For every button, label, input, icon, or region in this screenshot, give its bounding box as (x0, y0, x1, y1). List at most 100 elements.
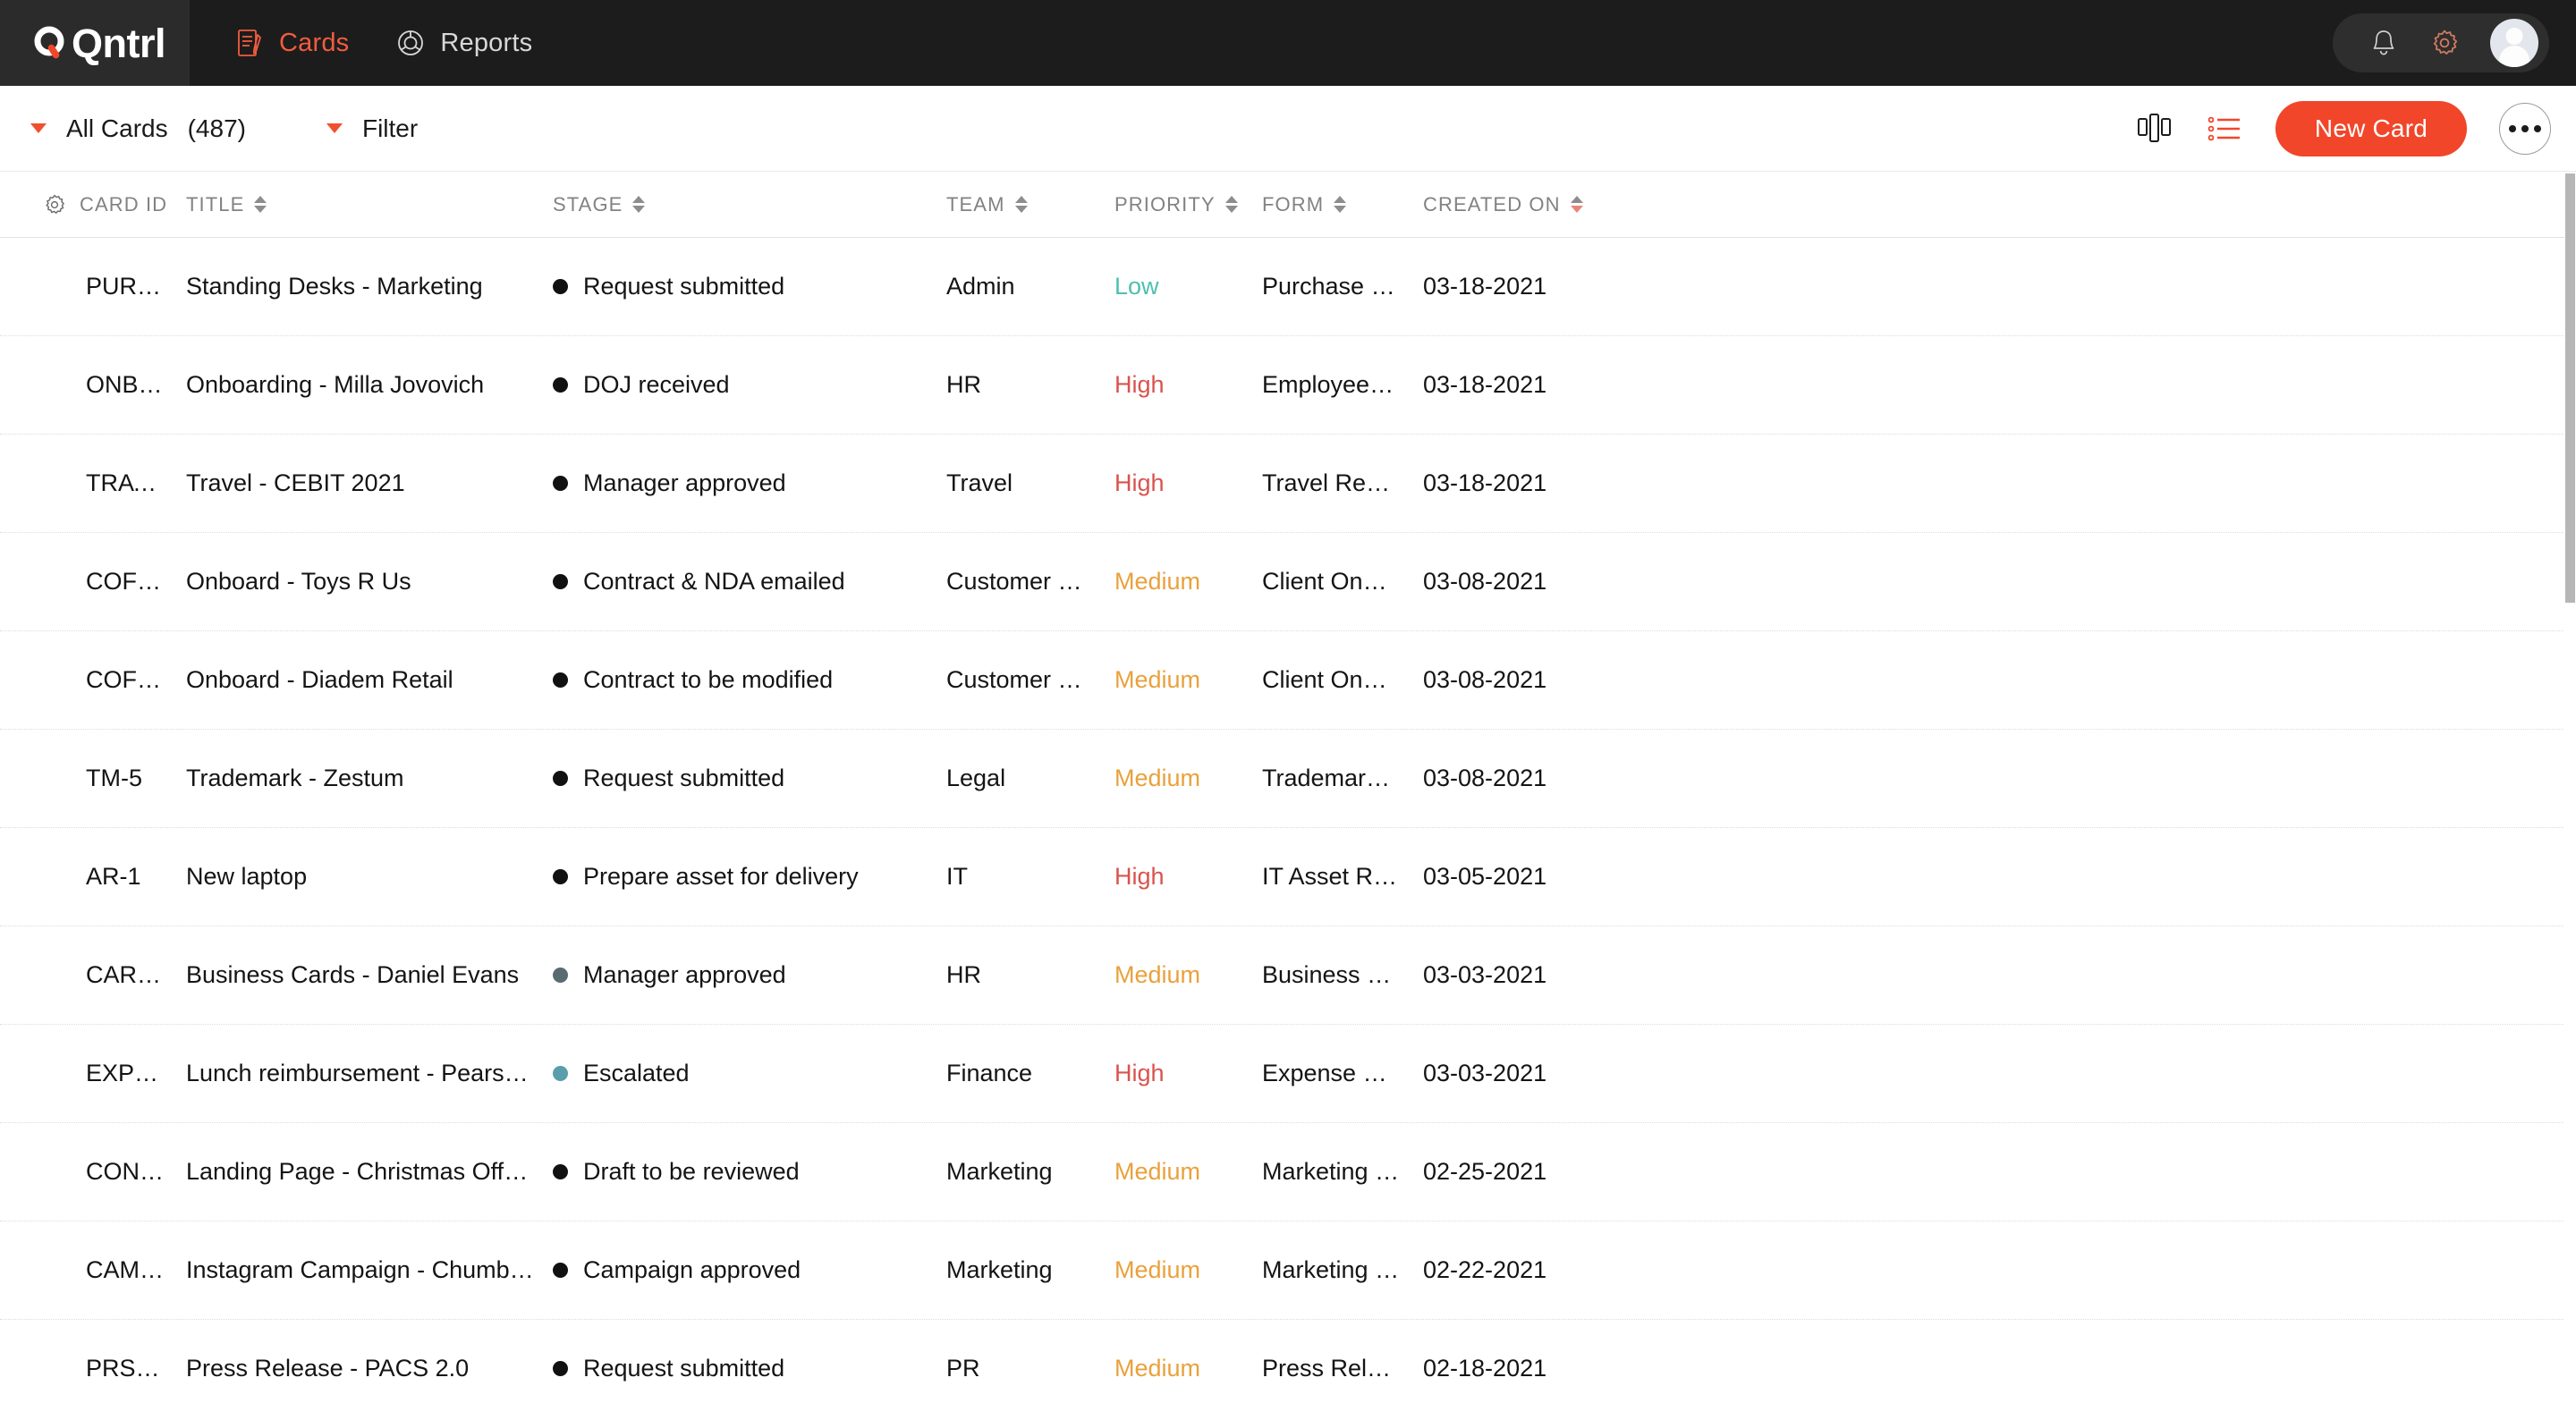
cell-created-on: 02-18-2021 (1423, 1355, 1547, 1382)
cell-team: PR (946, 1355, 980, 1382)
cell-title[interactable]: Onboarding - Milla Jovovich (186, 371, 553, 399)
table-row[interactable]: EXPR-4Lunch reimbursement - Pearson Spec… (0, 1025, 2576, 1123)
table-row[interactable]: COFM-2 Onboard - Diadem Retail Contract to… (0, 631, 2576, 730)
cell-card-id[interactable]: COFM-3 (0, 568, 186, 596)
cell-created-on: 03-18-2021 (1423, 273, 1547, 300)
table-header-row: CARD ID TITLE STAGE TEAM PRIORITY FORM C… (0, 172, 2576, 238)
cell-title[interactable]: New laptop (186, 863, 553, 891)
table-row[interactable]: TRAV-4 Travel - CEBIT 2021 Manager approve… (0, 435, 2576, 533)
cell-card-id[interactable]: TRAV-4 (0, 469, 186, 497)
column-settings-gear-icon[interactable] (43, 193, 66, 216)
column-header-created-on[interactable]: CREATED ON (1423, 193, 2563, 216)
table-row[interactable]: PRSS-2 Press Release - PACS 2.0 Request su… (0, 1320, 2576, 1403)
more-options-icon[interactable] (2499, 102, 2551, 155)
sort-toggle-icon[interactable] (1334, 196, 1347, 213)
cell-created-on: 03-18-2021 (1423, 371, 1547, 398)
cell-card-id[interactable]: CARD-4 (0, 961, 186, 989)
stage-label: Request submitted (583, 765, 785, 791)
cell-form: Employee Onboardi... (1262, 371, 1423, 398)
cell-title[interactable]: Onboard - Toys R Us (186, 568, 553, 596)
cell-title[interactable]: Press Release - PACS 2.0 (186, 1355, 553, 1382)
table-row[interactable]: PURC-23 Standing Desks - Marketing Request… (0, 238, 2576, 336)
cards-table: CARD ID TITLE STAGE TEAM PRIORITY FORM C… (0, 172, 2576, 1403)
filter-dropdown[interactable]: Filter (326, 114, 418, 143)
view-selector-dropdown[interactable]: All Cards (487) (30, 114, 246, 143)
notifications-icon[interactable] (2368, 27, 2399, 59)
table-row[interactable]: CONT-4 Landing Page - Christmas Offers Dra… (0, 1123, 2576, 1221)
cell-title[interactable]: Instagram Campaign - Chumbak (186, 1256, 553, 1284)
column-header-label: CARD ID (80, 192, 168, 216)
cell-title[interactable]: Landing Page - Christmas Offers (186, 1158, 553, 1186)
cell-team: Legal (946, 765, 1006, 791)
cell-team: Finance (946, 1060, 1033, 1086)
settings-gear-icon[interactable] (2429, 28, 2460, 58)
table-row[interactable]: AR-1 New laptop Prepare asset for delivery… (0, 828, 2576, 926)
cell-card-id[interactable]: CONT-4 (0, 1158, 186, 1186)
cell-card-id[interactable]: COFM-2 (0, 666, 186, 694)
cell-stage: Request submitted (553, 273, 946, 300)
stage-status-dot (553, 1164, 568, 1179)
column-header-team[interactable]: TEAM (946, 193, 1114, 216)
top-navigation-bar: Qntrl Cards Reports (0, 0, 2576, 86)
column-header-form[interactable]: FORM (1262, 193, 1423, 216)
table-row[interactable]: COFM-3 Onboard - Toys R Us Contract & NDA … (0, 533, 2576, 631)
list-view-icon[interactable] (2207, 114, 2243, 144)
cell-title[interactable]: Travel - CEBIT 2021 (186, 469, 553, 497)
table-row[interactable]: CAMP-3 Instagram Campaign - Chumbak Campai… (0, 1221, 2576, 1320)
sort-toggle-icon[interactable] (1224, 196, 1238, 213)
new-card-button[interactable]: New Card (2275, 100, 2467, 156)
cell-card-id[interactable]: PURC-23 (0, 273, 186, 300)
cell-card-id[interactable]: TM-5 (0, 765, 186, 792)
column-header-label: STAGE (553, 192, 623, 216)
cell-stage: Request submitted (553, 765, 946, 792)
cell-title[interactable]: Business Cards - Daniel Evans (186, 961, 553, 989)
column-header-priority[interactable]: PRIORITY (1114, 193, 1262, 216)
cell-team: Customer Support (946, 568, 1114, 595)
avatar[interactable] (2490, 19, 2538, 67)
cell-card-id[interactable]: EXPR-4 (0, 1060, 186, 1087)
sort-toggle-icon[interactable] (632, 196, 646, 213)
cards-icon (234, 28, 265, 58)
cell-form: Trademark Request (1262, 765, 1423, 791)
stage-label: Prepare asset for delivery (583, 863, 859, 890)
cell-card-id[interactable]: ONBO-9 (0, 371, 186, 399)
vertical-scrollbar[interactable] (2564, 172, 2576, 1403)
table-row[interactable]: CARD-4 Business Cards - Daniel Evans Manag… (0, 926, 2576, 1025)
column-header-stage[interactable]: STAGE (553, 193, 946, 216)
cell-stage: Contract & NDA emailed (553, 568, 946, 596)
view-selector-label: All Cards (66, 114, 168, 142)
dot (2534, 124, 2541, 132)
stage-label: Contract & NDA emailed (583, 568, 845, 595)
nav-item-cards[interactable]: Cards (234, 0, 349, 86)
sort-toggle-icon[interactable] (1014, 196, 1028, 213)
qntrl-logo: Qntrl (32, 23, 166, 63)
cell-stage: Manager approved (553, 469, 946, 497)
cell-priority: High (1114, 1060, 1165, 1086)
cell-card-id[interactable]: AR-1 (0, 863, 186, 891)
cell-priority: Medium (1114, 666, 1201, 693)
nav-item-reports[interactable]: Reports (395, 0, 532, 86)
column-header-card-id[interactable]: CARD ID (0, 193, 186, 216)
stage-label: Escalated (583, 1060, 690, 1086)
brand-logo-area[interactable]: Qntrl (0, 0, 190, 86)
stage-status-dot (553, 279, 568, 294)
table-row[interactable]: TM-5 Trademark - Zestum Request submitted L… (0, 730, 2576, 828)
cell-title[interactable]: Standing Desks - Marketing (186, 273, 553, 300)
cell-card-id[interactable]: PRSS-2 (0, 1355, 186, 1382)
board-view-icon[interactable] (2136, 111, 2175, 147)
dot (2521, 124, 2529, 132)
cell-form: Press Release Request (1262, 1355, 1423, 1382)
stage-status-dot (553, 476, 568, 491)
cell-title[interactable]: Onboard - Diadem Retail (186, 666, 553, 694)
sort-toggle-icon[interactable] (1570, 196, 1583, 213)
scrollbar-thumb[interactable] (2565, 173, 2575, 603)
toolbar-actions: New Card (2136, 100, 2551, 156)
cell-title[interactable]: Trademark - Zestum (186, 765, 553, 792)
column-header-title[interactable]: TITLE (186, 193, 553, 216)
stage-status-dot (553, 377, 568, 393)
cell-card-id[interactable]: CAMP-3 (0, 1256, 186, 1284)
cell-created-on: 03-03-2021 (1423, 961, 1547, 988)
sort-toggle-icon[interactable] (254, 196, 267, 213)
cell-title[interactable]: Lunch reimbursement - Pearson Spectre (186, 1060, 553, 1087)
table-row[interactable]: ONBO-9 Onboarding - Milla Jovovich DOJ rec… (0, 336, 2576, 435)
